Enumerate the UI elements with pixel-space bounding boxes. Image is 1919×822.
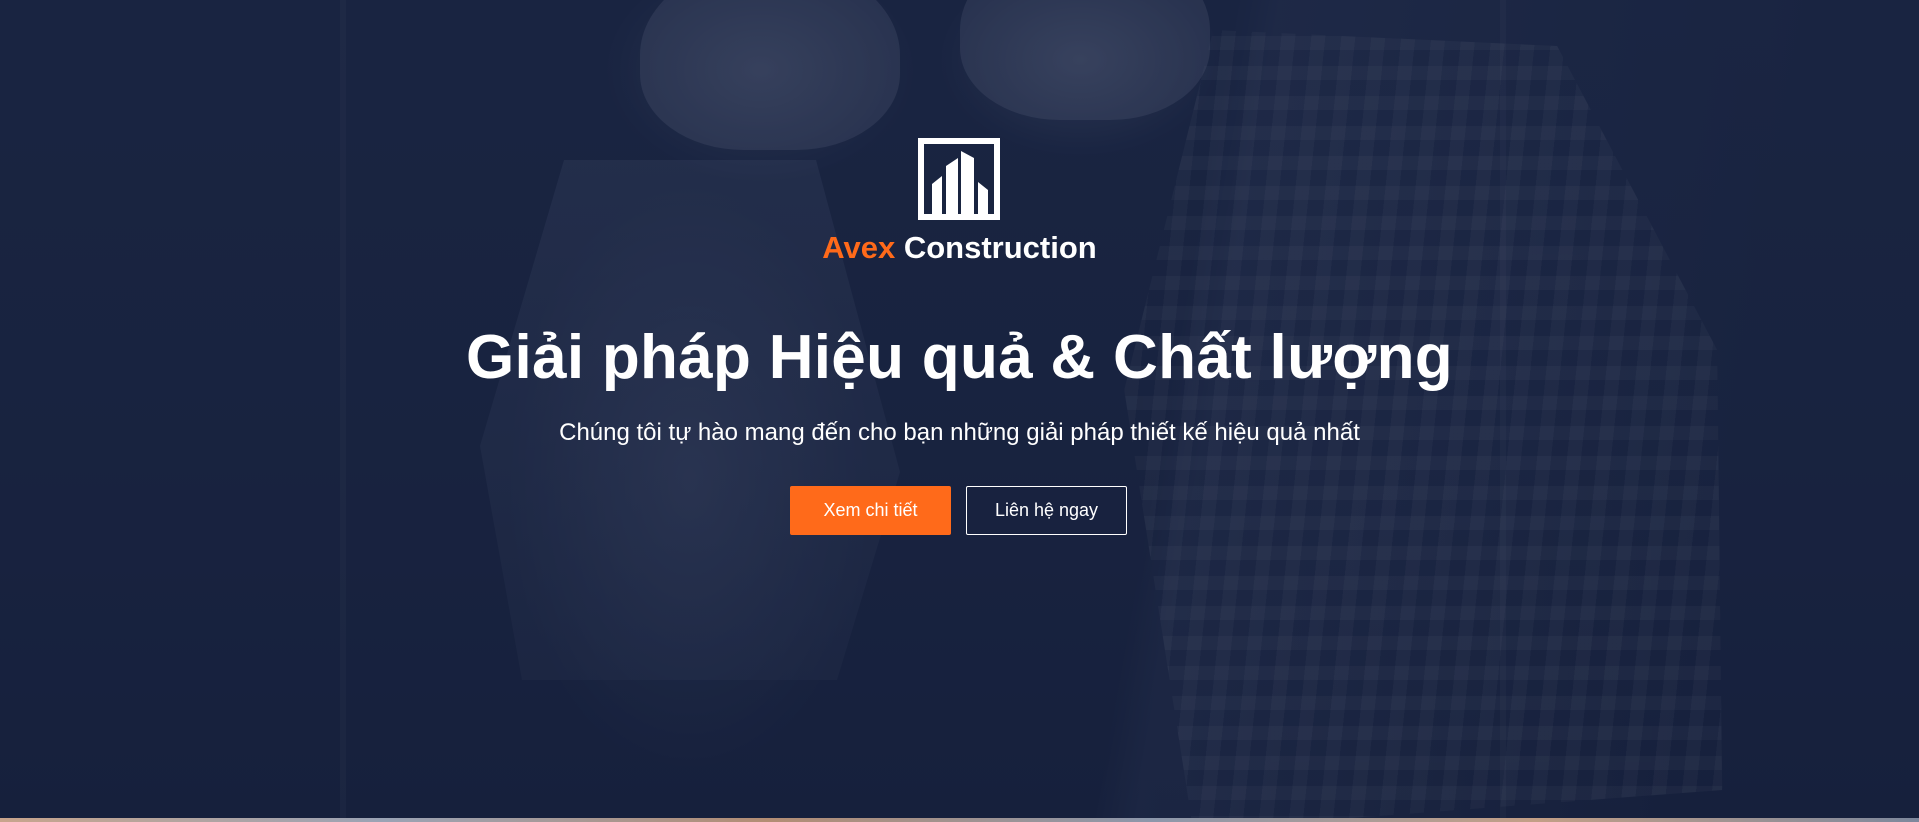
hero-content: Avex Construction Giải pháp Hiệu quả & C…: [0, 0, 1919, 822]
hero-headline: Giải pháp Hiệu quả & Chất lượng: [466, 323, 1453, 392]
building-logo-icon[interactable]: [918, 138, 1000, 220]
hero-subtitle: Chúng tôi tự hào mang đến cho bạn những …: [559, 419, 1360, 446]
brand-rest: Construction: [903, 230, 1097, 265]
hero-buttons: Xem chi tiết Liên hệ ngay: [790, 486, 1127, 535]
hero-section: Avex Construction Giải pháp Hiệu quả & C…: [0, 0, 1919, 822]
contact-now-button[interactable]: Liên hệ ngay: [966, 486, 1127, 535]
brand-accent: Avex: [822, 230, 896, 265]
brand-name[interactable]: Avex Construction: [0, 228, 1919, 268]
view-details-button[interactable]: Xem chi tiết: [790, 486, 951, 535]
